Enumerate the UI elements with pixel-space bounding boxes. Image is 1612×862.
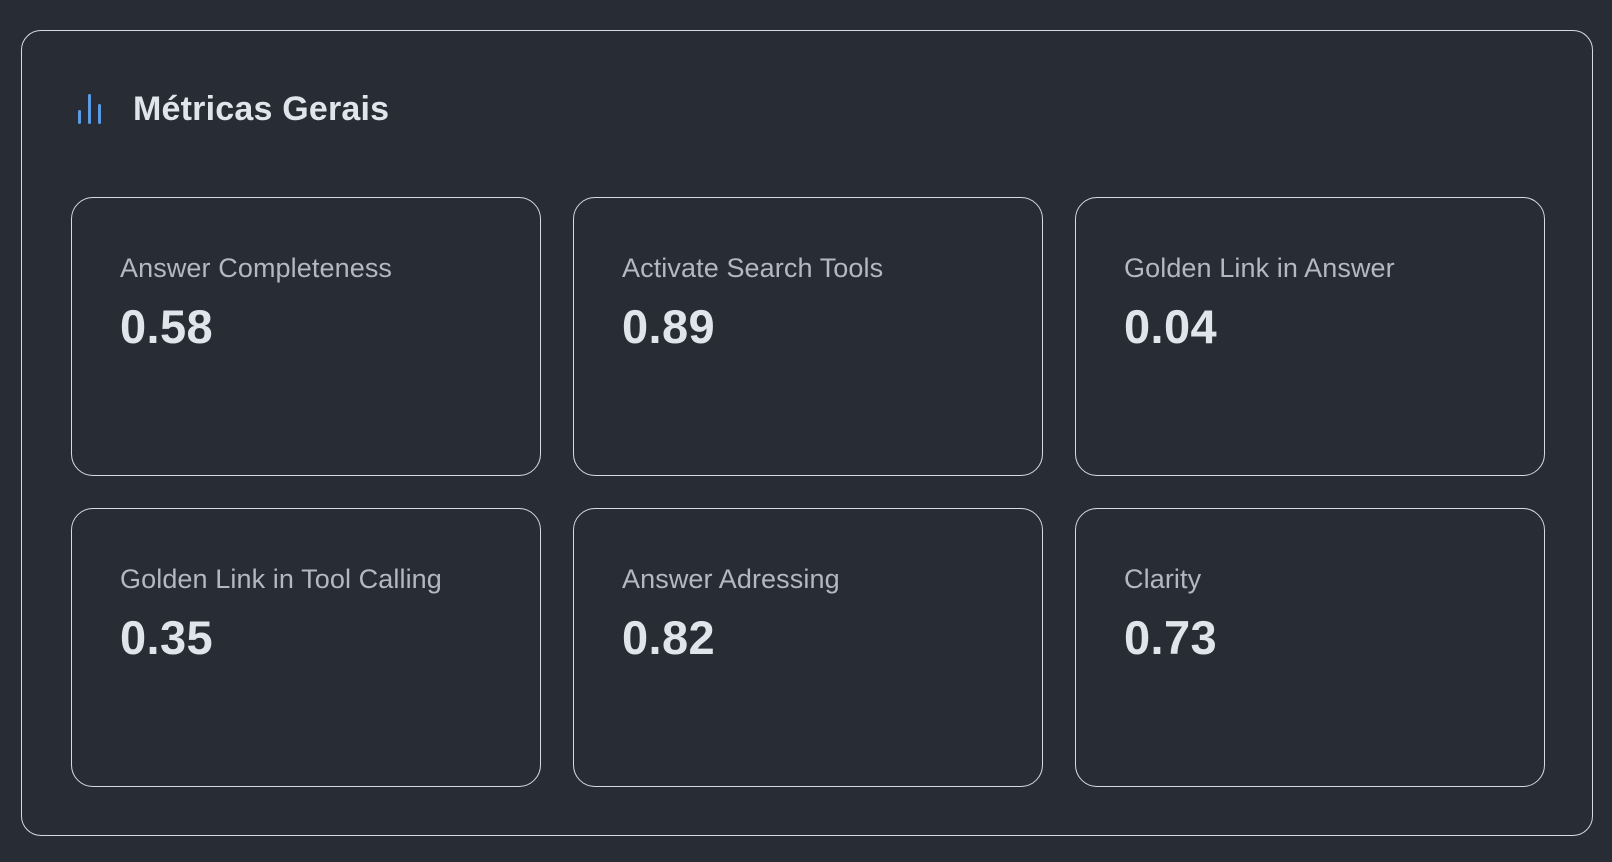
metric-label: Activate Search Tools [622, 253, 884, 283]
metric-label: Answer Adressing [622, 564, 840, 594]
metric-label: Golden Link in Answer [1124, 253, 1395, 283]
panel-header: Métricas Gerais [74, 85, 389, 133]
metric-card-activate-search-tools: Activate Search Tools 0.89 [573, 197, 1043, 476]
metric-value: 0.35 [120, 611, 214, 664]
metrics-grid: Answer Completeness 0.58 Activate Search… [71, 197, 1545, 787]
metric-card-clarity: Clarity 0.73 [1075, 508, 1545, 787]
metric-value: 0.73 [1124, 611, 1218, 664]
panel-title: Métricas Gerais [133, 89, 390, 128]
metric-label: Golden Link in Tool Calling [120, 564, 442, 594]
general-metrics-panel: Métricas Gerais Answer Completeness 0.58… [21, 30, 1593, 836]
metric-card-golden-link-in-tool-calling: Golden Link in Tool Calling 0.35 [71, 508, 541, 787]
metric-value: 0.82 [622, 611, 716, 664]
metric-value: 0.58 [120, 300, 214, 353]
metric-label: Answer Completeness [120, 253, 393, 283]
metric-value: 0.89 [622, 300, 716, 353]
bar-chart-icon [74, 92, 104, 126]
metric-label: Clarity [1124, 564, 1202, 594]
metric-card-answer-completeness: Answer Completeness 0.58 [71, 197, 541, 476]
metric-value: 0.04 [1124, 300, 1218, 353]
metric-card-answer-adressing: Answer Adressing 0.82 [573, 508, 1043, 787]
metric-card-golden-link-in-answer: Golden Link in Answer 0.04 [1075, 197, 1545, 476]
